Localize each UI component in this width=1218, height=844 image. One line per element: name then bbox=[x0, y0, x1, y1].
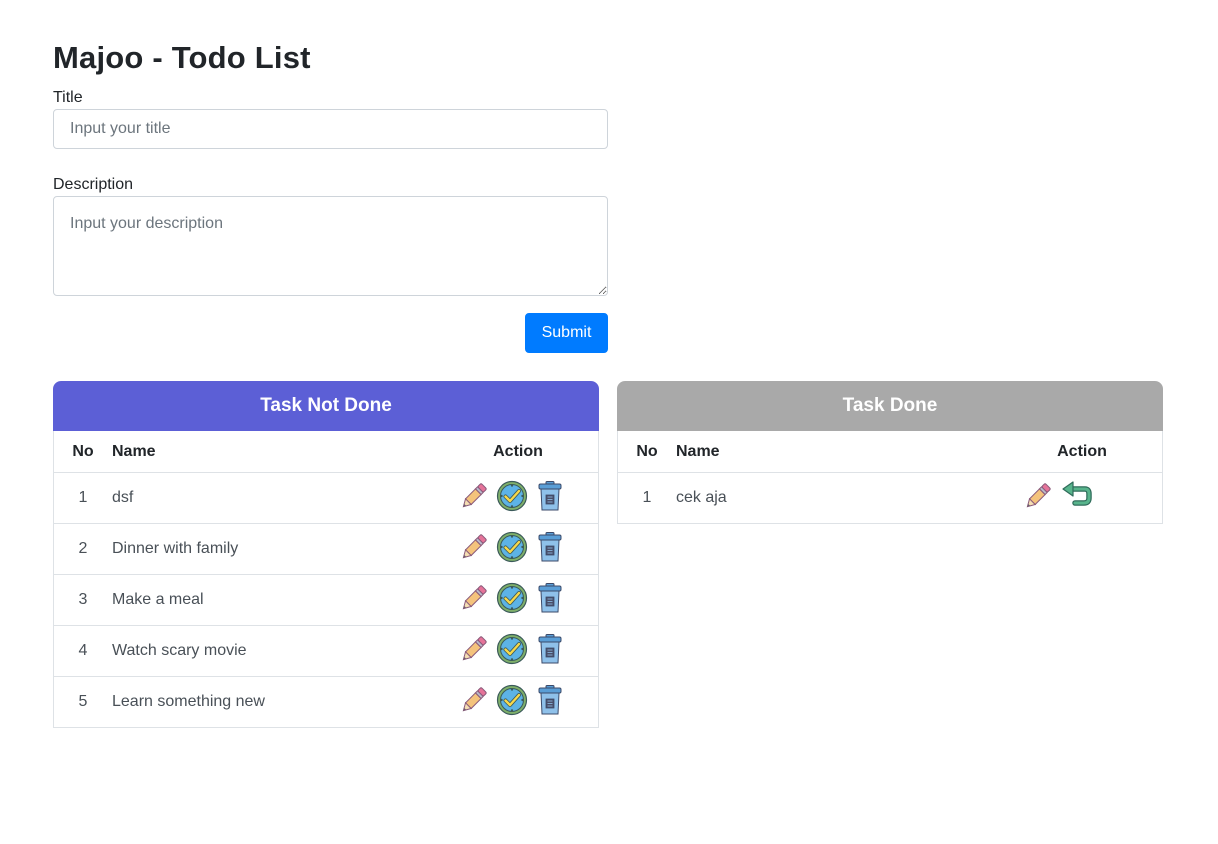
trash-icon[interactable] bbox=[534, 480, 566, 512]
column-no: No bbox=[53, 431, 112, 473]
column-name: Name bbox=[676, 431, 1002, 473]
table-row: 1 cek aja bbox=[617, 472, 1163, 524]
description-textarea[interactable] bbox=[53, 196, 608, 296]
column-no: No bbox=[617, 431, 676, 473]
trash-icon[interactable] bbox=[534, 582, 566, 614]
check-clock-icon[interactable] bbox=[496, 633, 528, 665]
title-label: Title bbox=[53, 89, 83, 106]
pencil-icon[interactable] bbox=[458, 480, 490, 512]
page-title: Majoo - Todo List bbox=[53, 40, 311, 75]
row-number: 4 bbox=[53, 625, 112, 677]
description-label: Description bbox=[53, 176, 134, 193]
pencil-icon[interactable] bbox=[458, 531, 490, 563]
pencil-icon[interactable] bbox=[458, 684, 490, 716]
row-actions bbox=[438, 625, 599, 677]
column-name: Name bbox=[112, 431, 438, 473]
pencil-icon[interactable] bbox=[458, 582, 490, 614]
row-actions bbox=[438, 574, 599, 626]
check-clock-icon[interactable] bbox=[496, 531, 528, 563]
task-name: dsf bbox=[112, 472, 438, 524]
task-not-done-panel: Task Not Done No Name Action 1 dsf 2 Dinner… bbox=[53, 381, 599, 728]
check-clock-icon[interactable] bbox=[496, 684, 528, 716]
trash-icon[interactable] bbox=[534, 633, 566, 665]
task-name: Watch scary movie bbox=[112, 625, 438, 677]
column-action: Action bbox=[1002, 431, 1163, 473]
task-not-done-header: Task Not Done bbox=[53, 381, 599, 431]
column-action: Action bbox=[438, 431, 599, 473]
row-actions bbox=[438, 676, 599, 728]
row-number: 5 bbox=[53, 676, 112, 728]
task-done-table: No Name Action 1 cek aja bbox=[617, 431, 1163, 524]
row-number: 1 bbox=[617, 472, 676, 524]
task-name: Learn something new bbox=[112, 676, 438, 728]
task-name: Dinner with family bbox=[112, 523, 438, 575]
row-actions bbox=[1002, 472, 1163, 524]
trash-icon[interactable] bbox=[534, 684, 566, 716]
pencil-icon[interactable] bbox=[458, 633, 490, 665]
task-done-header: Task Done bbox=[617, 381, 1163, 431]
table-row: 4 Watch scary movie bbox=[53, 625, 599, 677]
pencil-icon[interactable] bbox=[1022, 480, 1054, 512]
task-name: cek aja bbox=[676, 472, 1002, 524]
row-actions bbox=[438, 523, 599, 575]
undo-icon[interactable] bbox=[1060, 480, 1092, 512]
row-actions bbox=[438, 472, 599, 524]
check-clock-icon[interactable] bbox=[496, 480, 528, 512]
todo-form: Title Description Submit bbox=[53, 88, 608, 353]
check-clock-icon[interactable] bbox=[496, 582, 528, 614]
task-done-panel: Task Done No Name Action 1 cek aja bbox=[617, 381, 1163, 524]
table-row: 1 dsf bbox=[53, 472, 599, 524]
task-not-done-table: No Name Action 1 dsf 2 Dinner with family 3 M… bbox=[53, 431, 599, 728]
table-row: 5 Learn something new bbox=[53, 676, 599, 728]
row-number: 1 bbox=[53, 472, 112, 524]
task-name: Make a meal bbox=[112, 574, 438, 626]
trash-icon[interactable] bbox=[534, 531, 566, 563]
row-number: 3 bbox=[53, 574, 112, 626]
title-input[interactable] bbox=[53, 109, 608, 149]
table-row: 3 Make a meal bbox=[53, 574, 599, 626]
submit-button[interactable]: Submit bbox=[525, 313, 608, 353]
row-number: 2 bbox=[53, 523, 112, 575]
table-row: 2 Dinner with family bbox=[53, 523, 599, 575]
